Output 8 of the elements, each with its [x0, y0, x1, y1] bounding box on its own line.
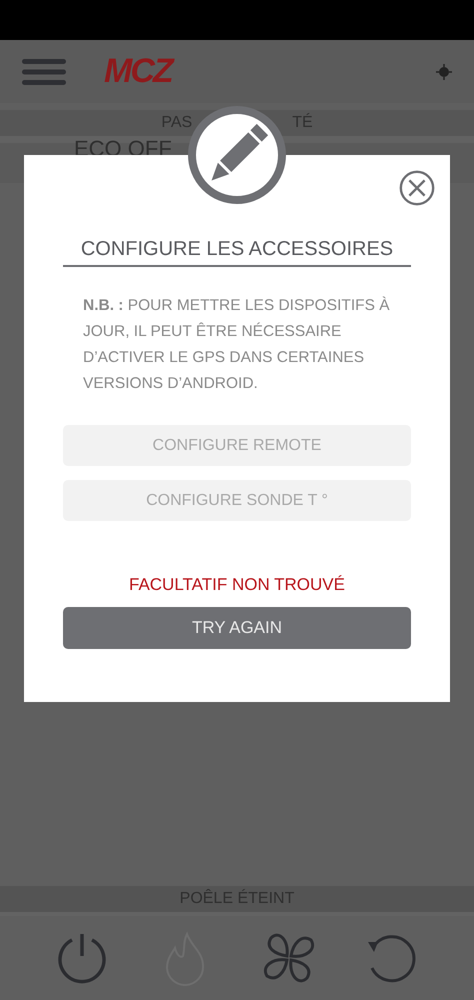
dialog-title: CONFIGURE LES ACCESSOIRES [63, 238, 411, 267]
menu-icon[interactable] [22, 58, 66, 84]
close-icon[interactable] [398, 169, 436, 207]
sun-icon[interactable] [436, 64, 452, 80]
retry-button[interactable]: TRY AGAIN [63, 607, 411, 649]
note-text: N.B. : POUR METTRE LES DISPOSITIFS À JOUR, IL PEUT ÊTRE NÉCESSAIRE D’ACTIVER LE GPS DANS CERTAINES VERSIONS D’ANDROID. [83, 296, 391, 394]
error-message: FACULTATIF NON TROUVÉ [128, 575, 346, 595]
brand-logo: MCZ [104, 52, 172, 91]
